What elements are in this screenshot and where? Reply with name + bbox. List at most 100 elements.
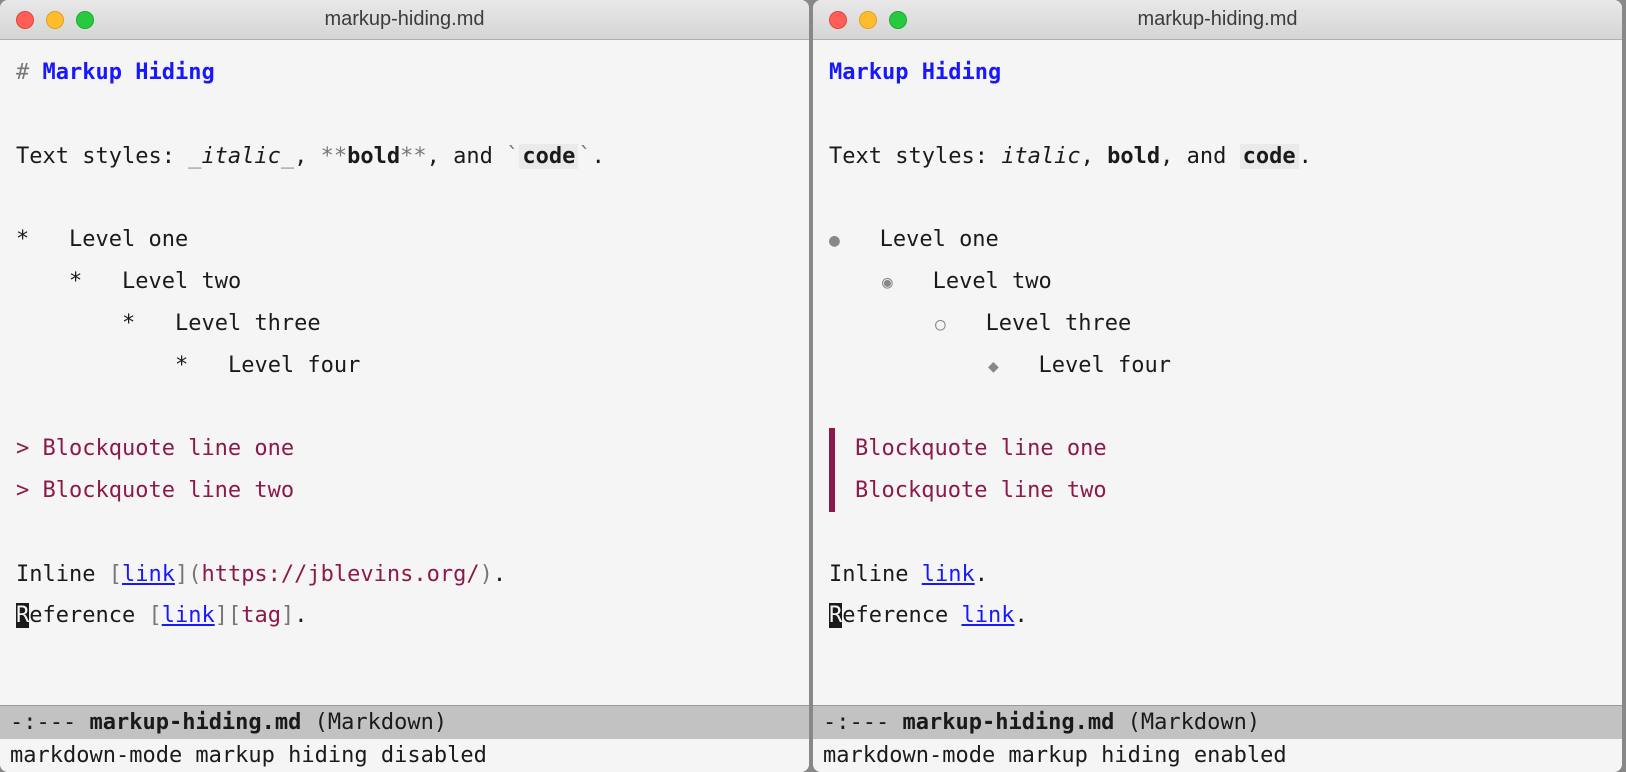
italic-text: italic	[1001, 144, 1080, 169]
bullet-asterisk: *	[16, 227, 29, 252]
period: .	[1299, 144, 1312, 169]
modeline-status: -:---	[823, 710, 902, 735]
separator: , and	[1160, 144, 1239, 169]
blockquote-text: Blockquote line one	[855, 428, 1606, 470]
blockquote-text: Blockquote line two	[855, 470, 1606, 512]
text-styles-line: Text styles: italic, bold, and code.	[829, 136, 1606, 178]
heading-line: # Markup Hiding	[16, 52, 793, 94]
bracket: ]	[215, 603, 228, 628]
blank-line	[16, 94, 793, 136]
close-icon[interactable]	[829, 11, 847, 29]
bullet-asterisk: *	[122, 311, 135, 336]
separator: ,	[294, 144, 321, 169]
titlebar[interactable]: markup-hiding.md	[813, 0, 1622, 40]
maximize-icon[interactable]	[76, 11, 94, 29]
list-item: ◆ Level four	[829, 345, 1606, 387]
titlebar[interactable]: markup-hiding.md	[0, 0, 809, 40]
bold-text: bold	[1107, 144, 1160, 169]
editor-buffer[interactable]: Markup Hiding Text styles: italic, bold,…	[813, 40, 1622, 705]
inline-link-line: Inline link.	[829, 554, 1606, 596]
bullet-hollow-icon: ○	[935, 314, 946, 335]
link-text[interactable]: link	[122, 562, 175, 587]
text-label: eference	[842, 603, 961, 628]
emacs-window-left: markup-hiding.md # Markup Hiding Text st…	[0, 0, 809, 772]
text-label: Text styles:	[829, 144, 1001, 169]
editor-buffer[interactable]: # Markup Hiding Text styles: _italic_, *…	[0, 40, 809, 705]
modeline-mode: (Markdown)	[1114, 710, 1260, 735]
link-tag: tag	[241, 603, 281, 628]
code-text: code	[519, 144, 578, 169]
bracket: [	[109, 562, 122, 587]
separator: , and	[427, 144, 506, 169]
bracket: [	[228, 603, 241, 628]
minimize-icon[interactable]	[859, 11, 877, 29]
link-text[interactable]: link	[961, 603, 1014, 628]
list-text: Level one	[880, 227, 999, 252]
link-text[interactable]: link	[162, 603, 215, 628]
code-marker: `	[578, 144, 591, 169]
paren: (	[188, 562, 201, 587]
blockquote-marker: >	[16, 478, 43, 503]
bullet-asterisk: *	[175, 353, 188, 378]
modeline[interactable]: -:--- markup-hiding.md (Markdown)	[813, 705, 1622, 739]
heading-line: Markup Hiding	[829, 52, 1606, 94]
period: .	[592, 144, 605, 169]
window-title: markup-hiding.md	[0, 8, 809, 31]
blank-line	[829, 94, 1606, 136]
text-styles-line: Text styles: _italic_, **bold**, and `co…	[16, 136, 793, 178]
text-label: Inline	[16, 562, 109, 587]
blockquote: Blockquote line one Blockquote line two	[829, 428, 1606, 512]
heading-text: Markup Hiding	[829, 60, 1001, 85]
heading-text: Markup Hiding	[43, 60, 215, 85]
cursor: R	[16, 603, 29, 628]
code-text: code	[1240, 144, 1299, 169]
italic-marker: _	[188, 144, 201, 169]
cursor: R	[829, 603, 842, 628]
blank-line	[829, 512, 1606, 554]
blockquote-line: > Blockquote line one	[16, 428, 793, 470]
list-text: Level two	[122, 269, 241, 294]
list-item: * Level two	[16, 261, 793, 303]
modeline[interactable]: -:--- markup-hiding.md (Markdown)	[0, 705, 809, 739]
list-text: Level three	[175, 311, 321, 336]
minimize-icon[interactable]	[46, 11, 64, 29]
maximize-icon[interactable]	[889, 11, 907, 29]
blockquote-text: Blockquote line two	[43, 478, 295, 503]
list-item: * Level three	[16, 303, 793, 345]
text-label: Inline	[829, 562, 922, 587]
echo-area: markdown-mode markup hiding enabled	[813, 739, 1622, 772]
paren: )	[480, 562, 493, 587]
reference-link-line: Reference [link][tag].	[16, 595, 793, 637]
bullet-donut-icon: ◉	[882, 272, 893, 293]
modeline-status: -:---	[10, 710, 89, 735]
list-item: ◉ Level two	[829, 261, 1606, 303]
blockquote-marker: >	[16, 436, 43, 461]
period: .	[1014, 603, 1027, 628]
text-label: Text styles:	[16, 144, 188, 169]
traffic-lights	[0, 11, 94, 29]
separator: ,	[1081, 144, 1108, 169]
link-text[interactable]: link	[922, 562, 975, 587]
period: .	[975, 562, 988, 587]
list-text: Level four	[1039, 353, 1171, 378]
italic-text: italic	[201, 144, 280, 169]
blank-line	[16, 512, 793, 554]
period: .	[294, 603, 307, 628]
list-item: * Level one	[16, 219, 793, 261]
bold-marker: **	[400, 144, 427, 169]
blockquote-text: Blockquote line one	[43, 436, 295, 461]
bold-text: bold	[347, 144, 400, 169]
bullet-filled-icon: ●	[829, 230, 840, 251]
reference-link-line: Reference link.	[829, 595, 1606, 637]
blank-line	[16, 177, 793, 219]
modeline-mode: (Markdown)	[301, 710, 447, 735]
close-icon[interactable]	[16, 11, 34, 29]
modeline-filename: markup-hiding.md	[902, 710, 1114, 735]
modeline-filename: markup-hiding.md	[89, 710, 301, 735]
window-title: markup-hiding.md	[813, 8, 1622, 31]
link-url: https://jblevins.org/	[201, 562, 479, 587]
list-item: ○ Level three	[829, 303, 1606, 345]
heading-marker: #	[16, 60, 43, 85]
list-text: Level four	[228, 353, 360, 378]
traffic-lights	[813, 11, 907, 29]
